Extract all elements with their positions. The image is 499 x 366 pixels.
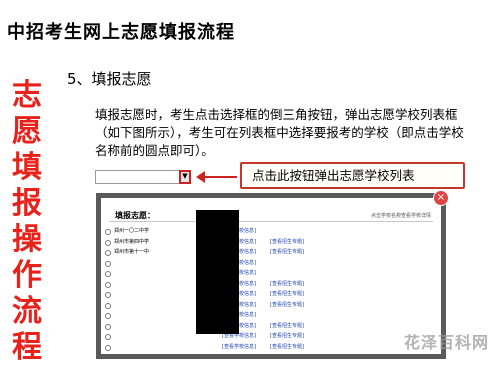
radio-button[interactable] xyxy=(105,323,111,330)
side-title-char: 作 xyxy=(12,258,42,293)
school-row: [查看学校信息] [查看招生专题] xyxy=(105,342,435,353)
popup-divider xyxy=(109,221,433,222)
school-row: [查看学校信息] xyxy=(105,310,435,321)
callout-box: 点击此按钮弹出志愿学校列表 xyxy=(240,162,465,189)
radio-button[interactable] xyxy=(105,344,111,351)
radio-button[interactable] xyxy=(105,313,111,319)
school-row: 郑州一〇二中学[查看学校信息] xyxy=(105,226,435,237)
school-row: 郑州市第十一中[查看学校信息][查看招生专题] xyxy=(105,247,435,258)
school-row: [查看学校信息][查看招生专题] xyxy=(105,331,435,342)
school-list: 郑州一〇二中学[查看学校信息]郑州市第四中学[查看学校信息][查看招生专题]郑州… xyxy=(105,226,435,352)
view-admission-topic-link[interactable]: [查看招生专题] xyxy=(270,321,304,332)
view-school-info-link[interactable]: [查看学校信息] xyxy=(222,342,256,353)
radio-button[interactable] xyxy=(105,302,111,309)
side-title-char: 程 xyxy=(12,330,42,365)
view-admission-topic-link[interactable]: [查看招生专题] xyxy=(270,300,304,311)
pointer-arrow-line xyxy=(203,176,237,178)
instruction-text: 填报志愿时，考生点击选择框的倒三角按钮，弹出志愿学校列表框（如下图所示），考生可… xyxy=(95,107,464,158)
school-row: 郑州市第四中学[查看学校信息][查看招生专题] xyxy=(105,237,435,248)
school-name[interactable]: 郑州一〇二中学 xyxy=(114,226,149,237)
side-vertical-title: 志 愿 填 报 操 作 流 程 xyxy=(10,78,44,366)
side-title-char: 报 xyxy=(12,186,42,221)
radio-button[interactable] xyxy=(105,271,111,277)
school-name[interactable]: 郑州市第四中学 xyxy=(114,237,149,248)
redaction-block xyxy=(196,210,239,334)
popup-content: 填报志愿： 点击学校名称查看学校详情 郑州一〇二中学[查看学校信息]郑州市第四中… xyxy=(101,198,441,354)
radio-button[interactable] xyxy=(105,281,111,288)
close-icon[interactable]: × xyxy=(433,190,449,206)
view-admission-topic-link[interactable]: [查看招生专题] xyxy=(270,331,304,342)
school-row: [查看学校信息][查看招生专题] xyxy=(105,279,435,290)
school-row: [查看学校信息][查看招生专题] xyxy=(105,300,435,311)
school-row: [查看学校信息][查看招生专题] xyxy=(105,289,435,300)
side-title-char: 流 xyxy=(12,294,42,329)
school-row: [查看学校信息] xyxy=(105,258,435,269)
radio-button[interactable] xyxy=(105,250,111,256)
dropdown-arrow-button[interactable]: ▼ xyxy=(179,170,191,184)
side-title-char: 填 xyxy=(12,150,42,185)
radio-button[interactable] xyxy=(105,229,111,235)
step-heading: 5、填报志愿 xyxy=(67,70,152,88)
side-title-char: 志 xyxy=(12,78,42,113)
school-list-popup: 填报志愿： 点击学校名称查看学校详情 郑州一〇二中学[查看学校信息]郑州市第四中… xyxy=(96,190,449,359)
school-row: [查看学校信息][查看招生专题] xyxy=(105,321,435,332)
school-select[interactable] xyxy=(95,170,191,184)
watermark: 花泽百科网 xyxy=(403,333,489,352)
radio-button[interactable] xyxy=(105,260,111,267)
popup-heading: 填报志愿： xyxy=(115,211,155,220)
radio-button[interactable] xyxy=(105,239,111,246)
popup-hint: 点击学校名称查看学校详情 xyxy=(370,213,431,219)
school-name[interactable]: 郑州市第十一中 xyxy=(114,247,149,258)
side-title-char: 操 xyxy=(12,222,42,257)
view-admission-topic-link[interactable]: [查看招生专题] xyxy=(270,342,304,353)
view-admission-topic-link[interactable]: [查看招生专题] xyxy=(270,247,304,258)
radio-button[interactable] xyxy=(105,334,111,340)
view-admission-topic-link[interactable]: [查看招生专题] xyxy=(270,279,304,290)
radio-button[interactable] xyxy=(105,292,111,298)
school-row: [查看学校信息] xyxy=(105,268,435,279)
view-admission-topic-link[interactable]: [查看招生专题] xyxy=(270,237,304,248)
view-admission-topic-link[interactable]: [查看招生专题] xyxy=(270,289,304,300)
page-title: 中招考生网上志愿填报流程 xyxy=(7,22,235,43)
side-title-char: 愿 xyxy=(12,114,42,149)
